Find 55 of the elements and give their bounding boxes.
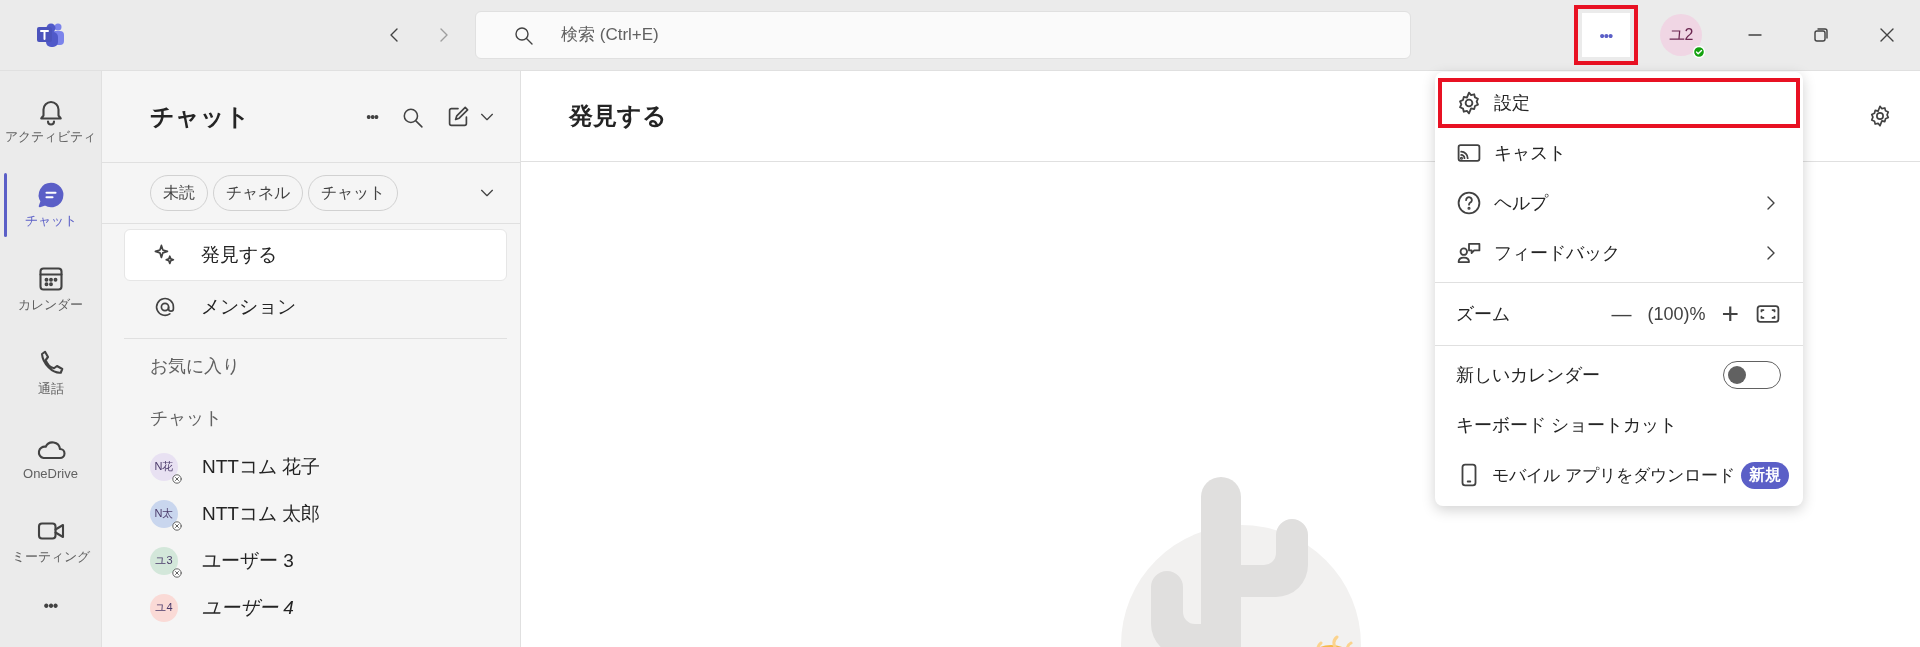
nav-item[interactable]: メンション	[124, 281, 507, 333]
offline-status-icon	[172, 520, 182, 531]
teams-logo	[36, 21, 66, 49]
sparkle-icon	[153, 243, 177, 267]
section-heading: お気に入り	[149, 355, 241, 378]
sidebar-title: チャット	[150, 101, 250, 132]
nav-item[interactable]: 発見する	[124, 229, 507, 281]
search-icon	[513, 25, 533, 45]
settings-icon[interactable]	[1868, 104, 1892, 128]
user-avatar: N太	[150, 499, 178, 528]
activity-tab[interactable]: アクティビティ	[0, 81, 102, 161]
help-icon	[1456, 190, 1482, 216]
user-avatar: ユ4	[150, 593, 178, 622]
menu-item[interactable]: 設定	[1438, 78, 1800, 128]
settings-icon	[1456, 90, 1482, 116]
available-status-icon	[1693, 46, 1705, 58]
menu-item[interactable]: モバイル アプリをダウンロード 新規	[1438, 450, 1800, 500]
compose-icon[interactable]	[446, 104, 470, 129]
menu-item[interactable]: キーボード ショートカット	[1438, 400, 1800, 450]
calendar-tab[interactable]: カレンダー	[0, 249, 102, 329]
zoom-in-button[interactable]: +	[1717, 297, 1743, 331]
at-sign-icon	[153, 295, 177, 319]
section-heading: チャット	[149, 407, 223, 430]
onedrive-tab[interactable]: OneDrive	[0, 417, 102, 497]
zoom-level: (100)%	[1647, 303, 1706, 325]
chat-name[interactable]: ユーザー 4	[202, 594, 294, 621]
chat-name[interactable]: ユーザー 3	[202, 547, 294, 574]
more-button[interactable]: •••	[1574, 5, 1638, 65]
calls-tab[interactable]: 通話	[0, 333, 102, 413]
toggle-switch[interactable]	[1723, 361, 1781, 389]
restore-icon[interactable]	[1811, 25, 1831, 45]
page-title: 発見する	[569, 101, 667, 131]
zoom-out-button[interactable]: —	[1607, 302, 1636, 326]
offline-status-icon	[172, 567, 182, 578]
toggle-label: 新しいカレンダー	[1456, 364, 1600, 387]
filter-chip[interactable]: チャット	[308, 175, 398, 211]
zoom-label: ズーム	[1456, 303, 1510, 326]
more-options-button[interactable]: •••	[366, 108, 378, 125]
filter-chip[interactable]: チャネル	[213, 175, 303, 211]
chat-tab[interactable]: チャット	[0, 165, 102, 245]
menu-item[interactable]: フィードバック	[1438, 228, 1800, 278]
user-avatar: ユ3	[150, 546, 178, 575]
feedback-icon	[1456, 240, 1482, 266]
new-badge: 新規	[1740, 461, 1789, 489]
search-field[interactable]: 検索 (Ctrl+E)	[475, 11, 1411, 59]
user-avatar: N花	[150, 452, 178, 481]
chat-name[interactable]: NTTコム 花子	[202, 453, 321, 480]
menu-item[interactable]: キャスト	[1438, 128, 1800, 178]
offline-status-icon	[172, 473, 182, 484]
profile-avatar[interactable]: ユ2	[1660, 14, 1702, 56]
meetings-tab[interactable]: ミーティング	[0, 501, 102, 581]
filter-chip[interactable]: 未読	[150, 175, 208, 211]
chat-name[interactable]: NTTコム 太郎	[202, 500, 321, 527]
more-apps-button[interactable]: •••	[43, 597, 58, 615]
menu-item[interactable]: ヘルプ	[1438, 178, 1800, 228]
